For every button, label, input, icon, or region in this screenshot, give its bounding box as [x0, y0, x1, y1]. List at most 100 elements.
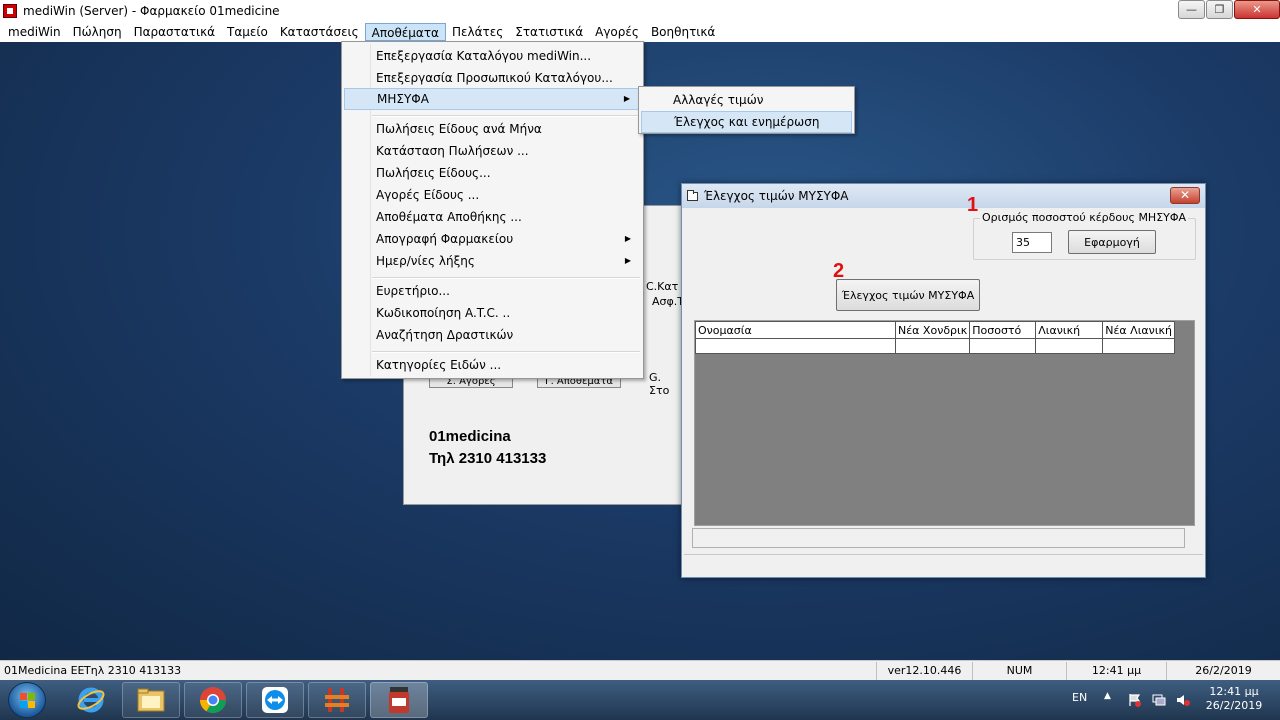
chrome-icon[interactable]	[184, 682, 242, 718]
volume-icon[interactable]	[1176, 693, 1190, 707]
apply-button[interactable]: Εφαρμογή	[1068, 230, 1156, 254]
menu-item-label: Αποθέματα Αποθήκης ...	[376, 210, 522, 224]
table-cell[interactable]	[1102, 338, 1175, 354]
menu-item-index[interactable]: Ευρετήριο...	[344, 280, 641, 302]
menu-separator	[372, 115, 640, 117]
menu-item-item-sales[interactable]: Πωλήσεις Είδους...	[344, 162, 641, 184]
column-header-percent[interactable]: Ποσοστό	[969, 321, 1037, 339]
menu-item-label: Ημερ/νίες λήξης	[376, 254, 475, 268]
column-header-retail[interactable]: Λιανική	[1035, 321, 1104, 339]
submenu-item-price-changes[interactable]: Αλλαγές τιμών	[641, 89, 852, 111]
status-version: ver12.10.446	[876, 662, 972, 680]
flag-notification-icon[interactable]	[1128, 693, 1142, 707]
status-company: 01Medicina EE	[4, 664, 85, 677]
profit-percent-label: Ορισμός ποσοστού κέρδους ΜΗΣΥΦΑ	[980, 211, 1189, 224]
menu-item-misyfa[interactable]: ΜΗΣΥΦΑ ▶	[344, 88, 641, 110]
status-time: 12:41 μμ	[1066, 662, 1166, 680]
menu-item-inventory[interactable]: Απογραφή Φαρμακείου ▶	[344, 228, 641, 250]
clock-time: 12:41 μμ	[1209, 685, 1259, 698]
price-check-dialog: Έλεγχος τιμών ΜΥΣΥΦΑ ✕ 1 Ορισμός ποσοστο…	[681, 183, 1206, 578]
dialog-status-field	[692, 528, 1185, 548]
dialog-close-button[interactable]: ✕	[1170, 187, 1200, 204]
column-header-name[interactable]: Ονομασία	[695, 321, 896, 339]
table-cell[interactable]	[969, 338, 1037, 354]
stock-dropdown-menu: Επεξεργασία Καταλόγου mediWin... Επεξεργ…	[341, 41, 644, 379]
menu-item-label: Πωλήσεις Είδους ανά Μήνα	[376, 122, 542, 136]
submenu-arrow-icon: ▶	[624, 256, 631, 265]
menu-item-label: Κατάσταση Πωλήσεων ...	[376, 144, 529, 158]
dialog-status-bar	[684, 554, 1203, 576]
menu-separator	[372, 351, 640, 353]
menu-mediwin[interactable]: mediWin	[2, 23, 67, 41]
file-explorer-icon[interactable]	[122, 682, 180, 718]
menu-item-label: Κωδικοποίηση A.T.C. ..	[376, 306, 511, 320]
column-header-new-retail[interactable]: Νέα Λιανική	[1102, 321, 1175, 339]
menu-reports[interactable]: Καταστάσεις	[274, 23, 365, 41]
restore-button[interactable]: ❐	[1206, 0, 1233, 19]
menu-item-edit-mediwin-catalog[interactable]: Επεξεργασία Καταλόγου mediWin...	[344, 45, 641, 67]
bg-label-fragment: Ασφ.Τ	[652, 295, 684, 308]
company-name: 01medicina	[429, 428, 511, 445]
price-grid[interactable]: Ονομασία Νέα Χονδρικ Ποσοστό Λιανική Νέα…	[694, 320, 1195, 526]
tray-clock[interactable]: 12:41 μμ 26/2/2019	[1204, 685, 1264, 713]
start-button[interactable]	[8, 682, 46, 718]
bg-label-fragment: C.Κατ	[646, 280, 679, 293]
app-icon[interactable]	[3, 4, 17, 18]
tray-expand-icon[interactable]: ▲	[1104, 691, 1111, 701]
menu-item-expiry-dates[interactable]: Ημερ/νίες λήξης ▶	[344, 250, 641, 272]
close-button[interactable]: ✕	[1234, 0, 1280, 19]
minimize-button[interactable]: —	[1178, 0, 1205, 19]
menu-item-warehouse-stock[interactable]: Αποθέματα Αποθήκης ...	[344, 206, 641, 228]
menu-item-search-actives[interactable]: Αναζήτηση Δραστικών	[344, 324, 641, 346]
submenu-arrow-icon: ▶	[624, 234, 631, 243]
network-icon[interactable]	[1152, 693, 1166, 707]
profit-percent-input[interactable]	[1012, 232, 1052, 253]
check-prices-button[interactable]: Έλεγχος τιμών ΜΥΣΥΦΑ	[836, 279, 980, 311]
menu-item-label: ΜΗΣΥΦΑ	[377, 92, 429, 106]
misyfa-submenu: Αλλαγές τιμών Έλεγχος και ενημέρωση	[638, 86, 855, 134]
annotation-marker-1: 1	[967, 194, 979, 216]
menu-purchases[interactable]: Αγορές	[589, 23, 645, 41]
menu-item-label: Κατηγορίες Ειδών ...	[376, 358, 502, 372]
window-controls: — ❐ ✕	[1177, 0, 1280, 19]
column-header-new-wholesale[interactable]: Νέα Χονδρικ	[894, 321, 971, 339]
menu-documents[interactable]: Παραστατικά	[128, 23, 221, 41]
menu-item-atc-coding[interactable]: Κωδικοποίηση A.T.C. ..	[344, 302, 641, 324]
table-cell[interactable]	[1035, 338, 1104, 354]
table-cell[interactable]	[894, 338, 971, 354]
menu-item-categories[interactable]: Κατηγορίες Ειδών ...	[344, 354, 641, 376]
dialog-title-bar: Έλεγχος τιμών ΜΥΣΥΦΑ ✕	[682, 184, 1205, 208]
teamviewer-icon[interactable]	[246, 682, 304, 718]
menu-cashier[interactable]: Ταμείο	[221, 23, 274, 41]
bg-label-fragment: G. Στο	[649, 371, 670, 397]
status-numlock: NUM	[972, 662, 1066, 680]
dialog-title: Έλεγχος τιμών ΜΥΣΥΦΑ	[704, 189, 849, 203]
menu-item-item-purchases[interactable]: Αγορές Είδους ...	[344, 184, 641, 206]
mediwin-app-icon[interactable]	[370, 682, 428, 718]
table-row[interactable]	[695, 338, 1175, 354]
menu-item-label: Αναζήτηση Δραστικών	[376, 328, 514, 342]
menu-item-label: Επεξεργασία Προσωπικού Καταλόγου...	[376, 71, 613, 85]
menu-item-edit-personal-catalog[interactable]: Επεξεργασία Προσωπικού Καταλόγου...	[344, 67, 641, 89]
menu-utilities[interactable]: Βοηθητικά	[645, 23, 721, 41]
profit-percent-group: Ορισμός ποσοστού κέρδους ΜΗΣΥΦΑ Εφαρμογή	[973, 211, 1196, 260]
submenu-item-check-and-update[interactable]: Έλεγχος και ενημέρωση	[641, 111, 852, 133]
company-phone: Τηλ 2310 413133	[429, 450, 547, 467]
menu-item-label: Πωλήσεις Είδους...	[376, 166, 491, 180]
status-phone: Τηλ 2310 413133	[84, 664, 182, 677]
status-date: 26/2/2019	[1166, 662, 1280, 680]
app-status-bar: 01Medicina EE Τηλ 2310 413133 ver12.10.4…	[0, 660, 1280, 680]
menu-item-sales-per-month[interactable]: Πωλήσεις Είδους ανά Μήνα	[344, 118, 641, 140]
menu-item-sales-report[interactable]: Κατάσταση Πωλήσεων ...	[344, 140, 641, 162]
language-indicator[interactable]: EN	[1072, 691, 1087, 704]
menu-statistics[interactable]: Στατιστικά	[509, 23, 589, 41]
menu-item-label: Αγορές Είδους ...	[376, 188, 480, 202]
menu-customers[interactable]: Πελάτες	[446, 23, 509, 41]
table-cell[interactable]	[695, 338, 896, 354]
menu-sale[interactable]: Πώληση	[67, 23, 128, 41]
internet-explorer-icon[interactable]	[62, 682, 120, 718]
mediwin-tools-icon[interactable]	[308, 682, 366, 718]
menu-stock[interactable]: Αποθέματα	[364, 23, 446, 41]
submenu-arrow-icon: ▶	[623, 94, 630, 103]
menu-item-label: Ευρετήριο...	[376, 284, 450, 298]
